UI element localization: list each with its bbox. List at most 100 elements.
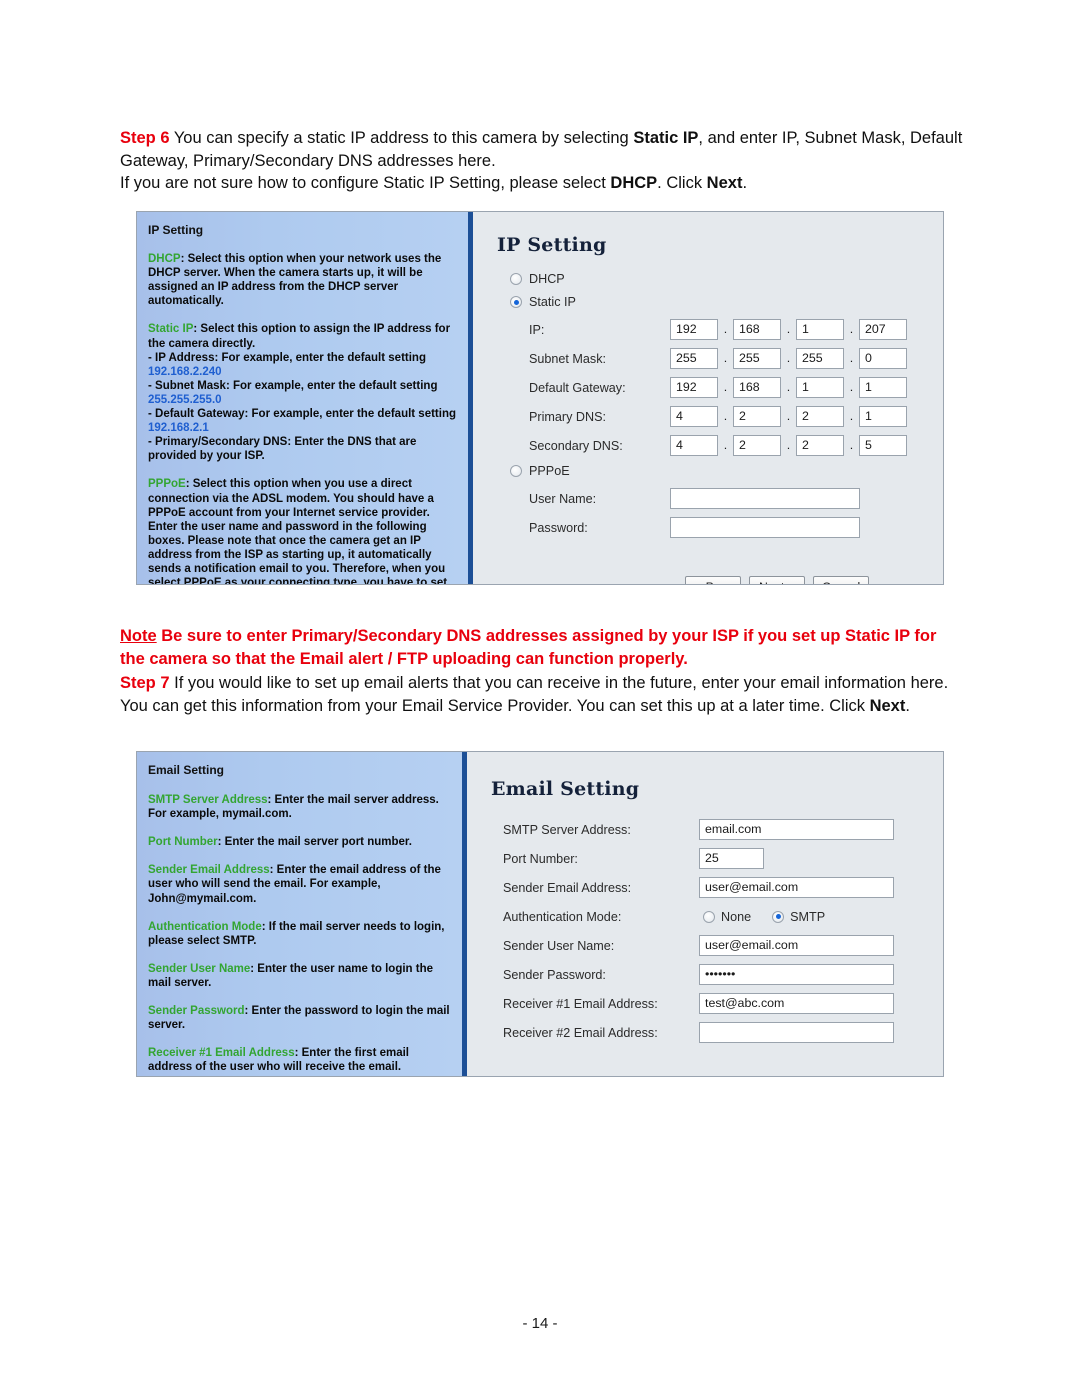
email-help-sender-email-keyword: Sender Email Address — [148, 864, 270, 877]
field-row-subnet-mask: Subnet Mask: 255 . 255 . 255 . 0 — [495, 347, 923, 370]
field-row-receiver1-email: Receiver #1 Email Address: test@abc.com — [489, 992, 923, 1015]
octet-separator: . — [849, 322, 854, 336]
email-help-smtp-keyword: SMTP Server Address — [148, 794, 268, 807]
email-setting-help-pane: Email Setting SMTP Server Address: Enter… — [137, 752, 467, 1076]
octet-separator: . — [786, 409, 791, 423]
ip-help-pppoe-paragraph: PPPoE: Select this option when you use a… — [148, 477, 458, 584]
label-ip: IP: — [529, 322, 545, 337]
email-help-auth-paragraph: Authentication Mode: If the mail server … — [148, 920, 452, 948]
octet-separator: . — [849, 380, 854, 394]
label-default-gateway: Default Gateway: — [529, 380, 626, 395]
label-subnet-mask: Subnet Mask: — [529, 351, 607, 366]
input-pppoe-username[interactable] — [670, 488, 860, 509]
ip-setting-help-pane: IP Setting DHCP: Select this option when… — [137, 212, 473, 584]
ip-help-gateway-value: 192.168.2.1 — [148, 422, 209, 435]
page-footer: - 14 - — [522, 1315, 558, 1332]
octet-gateway-4[interactable]: 1 — [859, 377, 907, 398]
ip-help-dhcp-paragraph: DHCP: Select this option when your netwo… — [148, 252, 458, 308]
input-sender-password[interactable]: ••••••• — [699, 964, 894, 985]
octet-secondary-dns-1[interactable]: 4 — [670, 435, 718, 456]
ip-help-static-text: : Select this option to assign the IP ad… — [148, 323, 451, 350]
label-pppoe-password: Password: — [529, 520, 588, 535]
octet-primary-dns-4[interactable]: 1 — [859, 406, 907, 427]
step7-paragraph: Step 7 If you would like to set up email… — [120, 672, 965, 717]
octet-subnet-1[interactable]: 255 — [670, 348, 718, 369]
radio-static-ip-icon[interactable] — [510, 296, 522, 308]
octet-secondary-dns-4[interactable]: 5 — [859, 435, 907, 456]
ip-help-dns-line: - Primary/Secondary DNS: Enter the DNS t… — [148, 436, 417, 463]
label-sender-email: Sender Email Address: — [503, 880, 632, 895]
octet-primary-dns-2[interactable]: 2 — [733, 406, 781, 427]
radio-static-ip-label: Static IP — [529, 295, 576, 309]
email-setting-form-pane: Email Setting SMTP Server Address: email… — [467, 752, 943, 1076]
octet-gateway-2[interactable]: 168 — [733, 377, 781, 398]
radio-pppoe-icon[interactable] — [510, 465, 522, 477]
step7-label: Step 7 — [120, 674, 170, 692]
octet-ip-4[interactable]: 207 — [859, 319, 907, 340]
octet-subnet-2[interactable]: 255 — [733, 348, 781, 369]
radio-option-static-ip[interactable]: Static IP — [510, 295, 923, 309]
note-text: Be sure to enter Primary/Secondary DNS a… — [120, 626, 937, 668]
input-receiver2-email[interactable] — [699, 1022, 894, 1043]
step6-line2-a: If you are not sure how to configure Sta… — [120, 174, 611, 192]
octet-separator: . — [723, 380, 728, 394]
radio-auth-none-icon[interactable] — [703, 910, 715, 923]
octet-ip-1[interactable]: 192 — [670, 319, 718, 340]
label-sender-user-name: Sender User Name: — [503, 938, 615, 953]
octet-secondary-dns-2[interactable]: 2 — [733, 435, 781, 456]
radio-option-dhcp[interactable]: DHCP — [510, 272, 923, 286]
step6-text-a: You can specify a static IP address to t… — [169, 129, 634, 147]
ip-help-subnet-value: 255.255.255.0 — [148, 393, 222, 406]
octet-group-subnet: 255 . 255 . 255 . 0 — [670, 348, 907, 369]
prev-button[interactable]: < Prev — [685, 576, 741, 584]
label-secondary-dns: Secondary DNS: — [529, 438, 623, 453]
octet-separator: . — [786, 351, 791, 365]
step6-line1: Step 6 You can specify a static IP addre… — [120, 127, 965, 172]
email-form-title: Email Setting — [491, 778, 640, 800]
email-help-receiver1-keyword: Receiver #1 Email Address — [148, 1047, 295, 1060]
input-sender-user-name[interactable]: user@email.com — [699, 935, 894, 956]
step6-line2: If you are not sure how to configure Sta… — [120, 172, 965, 195]
field-row-primary-dns: Primary DNS: 4 . 2 . 2 . 1 — [495, 405, 923, 428]
step6-paragraph: Step 6 You can specify a static IP addre… — [120, 127, 965, 195]
field-row-secondary-dns: Secondary DNS: 4 . 2 . 2 . 5 — [495, 434, 923, 457]
radio-dhcp-icon[interactable] — [510, 273, 522, 285]
input-receiver1-email[interactable]: test@abc.com — [699, 993, 894, 1014]
field-row-pppoe-password: Password: — [495, 516, 923, 539]
octet-gateway-1[interactable]: 192 — [670, 377, 718, 398]
label-receiver2-email: Receiver #2 Email Address: — [503, 1025, 658, 1040]
octet-group-primary-dns: 4 . 2 . 2 . 1 — [670, 406, 907, 427]
radio-option-pppoe[interactable]: PPPoE — [510, 464, 923, 478]
octet-separator: . — [849, 438, 854, 452]
field-row-receiver2-email: Receiver #2 Email Address: — [489, 1021, 923, 1044]
ip-help-pppoe-keyword: PPPoE — [148, 478, 186, 491]
label-sender-password: Sender Password: — [503, 967, 606, 982]
cancel-button[interactable]: Cancel — [813, 576, 870, 584]
octet-ip-2[interactable]: 168 — [733, 319, 781, 340]
input-pppoe-password[interactable] — [670, 517, 860, 538]
field-row-pppoe-username: User Name: — [495, 487, 923, 510]
input-sender-email[interactable]: user@email.com — [699, 877, 894, 898]
input-port-number[interactable]: 25 — [699, 848, 764, 869]
input-smtp-server[interactable]: email.com — [699, 819, 894, 840]
next-button[interactable]: Next > — [749, 576, 805, 584]
ip-help-static-paragraph: Static IP: Select this option to assign … — [148, 322, 458, 463]
octet-ip-3[interactable]: 1 — [796, 319, 844, 340]
auth-mode-radio-group: None SMTP — [699, 910, 825, 924]
octet-separator: . — [849, 351, 854, 365]
octet-primary-dns-1[interactable]: 4 — [670, 406, 718, 427]
octet-secondary-dns-3[interactable]: 2 — [796, 435, 844, 456]
label-primary-dns: Primary DNS: — [529, 409, 606, 424]
email-help-smtp-paragraph: SMTP Server Address: Enter the mail serv… — [148, 793, 452, 821]
email-help-port-text: : Enter the mail server port number. — [217, 836, 412, 849]
octet-subnet-4[interactable]: 0 — [859, 348, 907, 369]
radio-auth-smtp-icon[interactable] — [772, 910, 785, 923]
ip-help-title: IP Setting — [148, 223, 204, 237]
email-help-sender-user-keyword: Sender User Name — [148, 962, 251, 975]
octet-separator: . — [849, 409, 854, 423]
octet-primary-dns-3[interactable]: 2 — [796, 406, 844, 427]
step6-line2-c: . Click — [657, 174, 707, 192]
octet-gateway-3[interactable]: 1 — [796, 377, 844, 398]
octet-subnet-3[interactable]: 255 — [796, 348, 844, 369]
radio-auth-smtp-label: SMTP — [790, 909, 826, 924]
